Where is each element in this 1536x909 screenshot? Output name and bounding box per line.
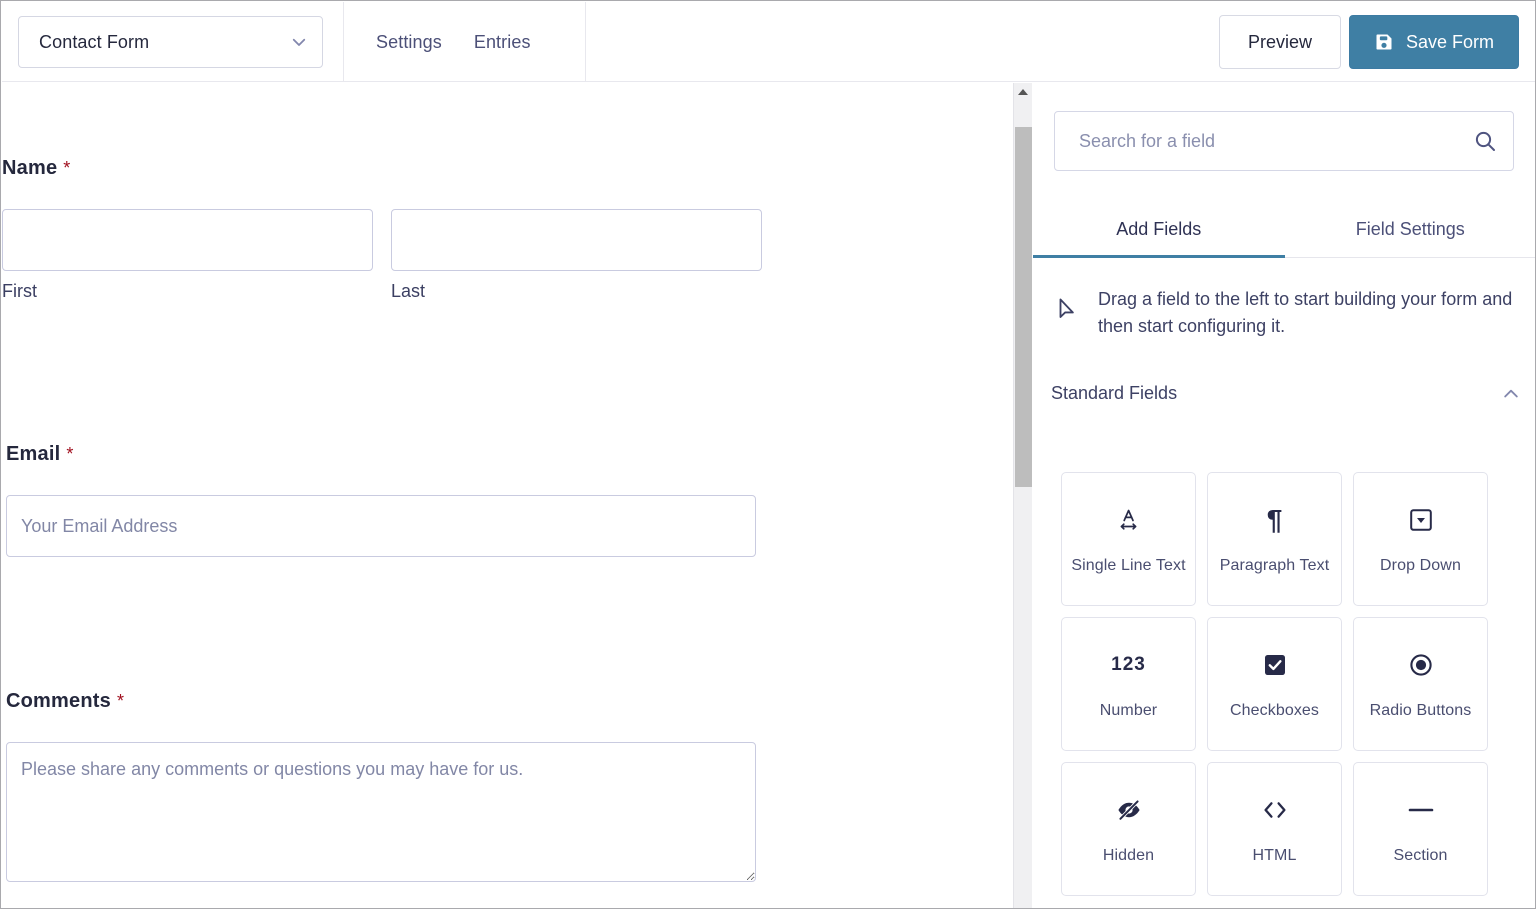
form-field-email[interactable]: Email*	[2, 443, 1013, 557]
field-label-comments: Comments*	[6, 690, 1013, 713]
field-tile-drop-down[interactable]: Drop Down	[1353, 472, 1488, 606]
field-tile-label: Drop Down	[1380, 557, 1461, 575]
single-line-text-icon	[1115, 503, 1143, 537]
field-tile-number[interactable]: 123 Number	[1061, 617, 1196, 751]
save-form-label: Save Form	[1406, 32, 1494, 53]
panel-tabs: Add Fields Field Settings	[1033, 201, 1536, 258]
form-selector-dropdown[interactable]: Contact Form	[18, 16, 323, 68]
tab-field-settings-label: Field Settings	[1356, 219, 1465, 240]
toolbar-actions: Preview Save Form	[1219, 15, 1519, 69]
standard-fields-title: Standard Fields	[1051, 383, 1501, 404]
field-tile-html[interactable]: HTML	[1207, 762, 1342, 896]
field-tile-single-line-text[interactable]: Single Line Text	[1061, 472, 1196, 606]
cursor-arrow-icon	[1054, 286, 1080, 327]
number-icon: 123	[1111, 648, 1146, 682]
field-tile-checkboxes[interactable]: Checkboxes	[1207, 617, 1342, 751]
drag-hint: Drag a field to the left to start buildi…	[1054, 286, 1516, 340]
checkboxes-icon	[1262, 648, 1288, 682]
field-search-box[interactable]	[1054, 111, 1514, 171]
field-tile-paragraph-text[interactable]: ¶ Paragraph Text	[1207, 472, 1342, 606]
html-code-icon	[1260, 793, 1290, 827]
canvas-scrollbar[interactable]	[1013, 83, 1032, 909]
scroll-up-arrow-icon[interactable]	[1014, 83, 1032, 100]
standard-fields-grid: Single Line Text ¶ Paragraph Text Drop D…	[1061, 472, 1516, 896]
drop-down-icon	[1408, 503, 1434, 537]
name-last-sublabel: Last	[391, 281, 762, 302]
field-tile-label: Paragraph Text	[1220, 557, 1330, 575]
section-dash-icon	[1407, 793, 1435, 827]
top-toolbar: Contact Form Settings Entries Preview	[2, 2, 1536, 82]
email-input[interactable]	[6, 495, 756, 557]
hidden-eye-off-icon	[1115, 793, 1143, 827]
name-first-sublabel: First	[2, 281, 373, 302]
field-tile-label: Number	[1100, 702, 1158, 720]
drag-hint-text: Drag a field to the left to start buildi…	[1098, 286, 1516, 340]
field-tile-radio-buttons[interactable]: Radio Buttons	[1353, 617, 1488, 751]
field-tile-label: Checkboxes	[1230, 702, 1319, 720]
tab-field-settings[interactable]: Field Settings	[1285, 201, 1536, 257]
field-tile-section[interactable]: Section	[1353, 762, 1488, 896]
form-selector-value: Contact Form	[39, 32, 290, 53]
comments-textarea[interactable]	[6, 742, 756, 882]
name-first-input[interactable]	[2, 209, 373, 271]
required-marker: *	[66, 444, 73, 464]
field-tile-label: Radio Buttons	[1370, 702, 1472, 720]
standard-fields-section-header[interactable]: Standard Fields	[1051, 383, 1521, 404]
preview-button[interactable]: Preview	[1219, 15, 1341, 69]
chevron-down-icon	[290, 33, 308, 51]
field-library-panel: Add Fields Field Settings Drag a field t…	[1033, 83, 1536, 909]
form-preview-canvas: Name* First Last Email* C	[2, 83, 1013, 909]
required-marker: *	[117, 691, 124, 711]
field-tile-hidden[interactable]: Hidden	[1061, 762, 1196, 896]
scrollbar-thumb[interactable]	[1015, 127, 1032, 487]
search-input[interactable]	[1077, 130, 1473, 153]
field-tile-label: Single Line Text	[1071, 557, 1185, 575]
tab-add-fields-label: Add Fields	[1116, 219, 1201, 240]
chevron-up-icon[interactable]	[1501, 384, 1521, 404]
radio-buttons-icon	[1408, 648, 1434, 682]
nav-link-entries[interactable]: Entries	[474, 32, 531, 53]
form-builder-window: Contact Form Settings Entries Preview	[0, 0, 1536, 909]
form-field-comments[interactable]: Comments*	[2, 690, 1013, 887]
field-tile-label: Hidden	[1103, 847, 1154, 865]
nav-link-settings[interactable]: Settings	[376, 32, 442, 53]
form-field-name[interactable]: Name* First Last	[2, 157, 1013, 302]
field-tile-label: Section	[1393, 847, 1447, 865]
field-label-email: Email*	[6, 443, 1013, 466]
paragraph-text-icon: ¶	[1267, 503, 1283, 537]
toolbar-divider-right	[585, 2, 586, 82]
tab-add-fields[interactable]: Add Fields	[1033, 201, 1285, 257]
search-icon[interactable]	[1473, 129, 1497, 153]
required-marker: *	[63, 158, 70, 178]
field-label-name: Name*	[2, 157, 1013, 180]
save-floppy-icon	[1374, 32, 1394, 52]
toolbar-nav: Settings Entries	[344, 2, 531, 82]
field-tile-label: HTML	[1253, 847, 1297, 865]
save-form-button[interactable]: Save Form	[1349, 15, 1519, 69]
name-last-input[interactable]	[391, 209, 762, 271]
